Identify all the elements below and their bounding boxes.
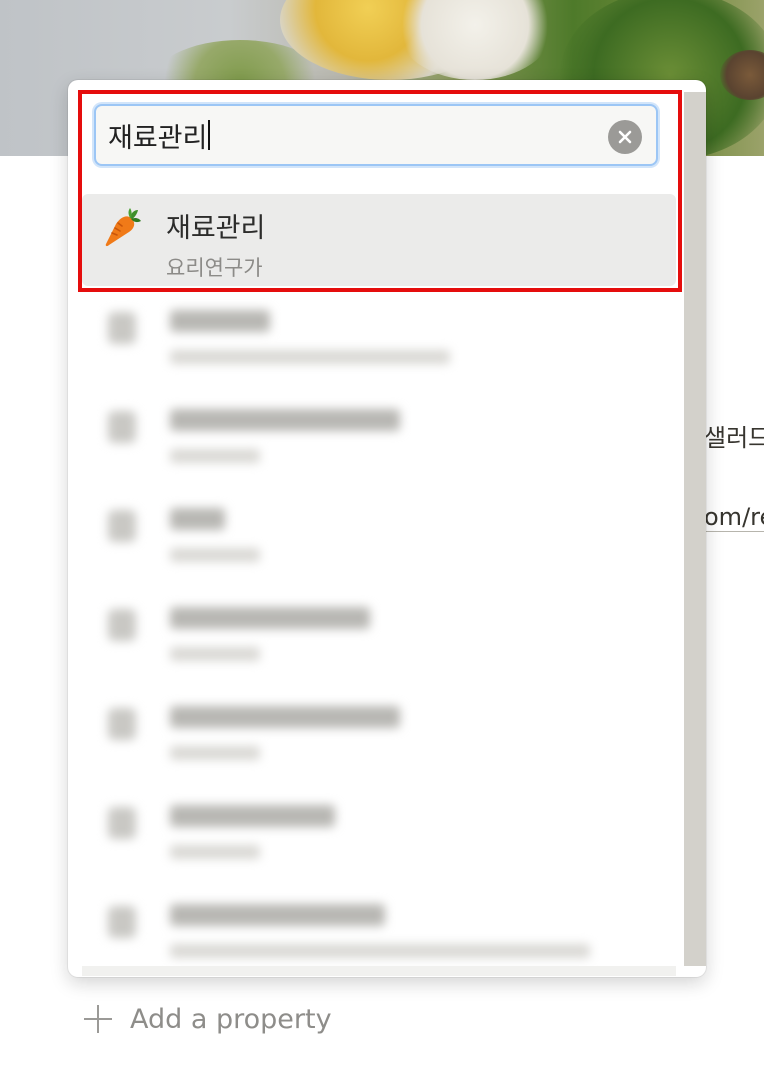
list-item[interactable] [84, 791, 674, 871]
page-text-partial: 샐러드 [704, 424, 764, 452]
list-bottom-edge [82, 966, 676, 976]
list-item[interactable] [84, 692, 674, 772]
clear-search-button[interactable] [608, 120, 642, 154]
text-caret [208, 120, 211, 150]
page-link-partial[interactable]: om/re [704, 503, 764, 532]
list-item[interactable] [84, 593, 674, 673]
search-result-item[interactable]: 재료관리 요리연구가 [82, 194, 676, 286]
scrollbar[interactable] [684, 92, 706, 966]
add-property-label: Add a property [130, 1003, 332, 1035]
search-input[interactable]: 재료관리 [94, 104, 658, 166]
list-item[interactable] [84, 890, 674, 970]
carrot-icon [105, 208, 141, 247]
close-icon [618, 130, 632, 144]
list-item[interactable] [84, 494, 674, 574]
result-subtitle: 요리연구가 [166, 256, 263, 280]
result-title: 재료관리 [166, 213, 266, 244]
blurred-results-list [84, 296, 674, 972]
list-item[interactable] [84, 395, 674, 475]
search-input-value: 재료관리 [108, 122, 208, 154]
plus-icon [82, 1003, 114, 1035]
add-property-button[interactable]: Add a property [82, 999, 332, 1039]
list-item[interactable] [84, 296, 674, 376]
